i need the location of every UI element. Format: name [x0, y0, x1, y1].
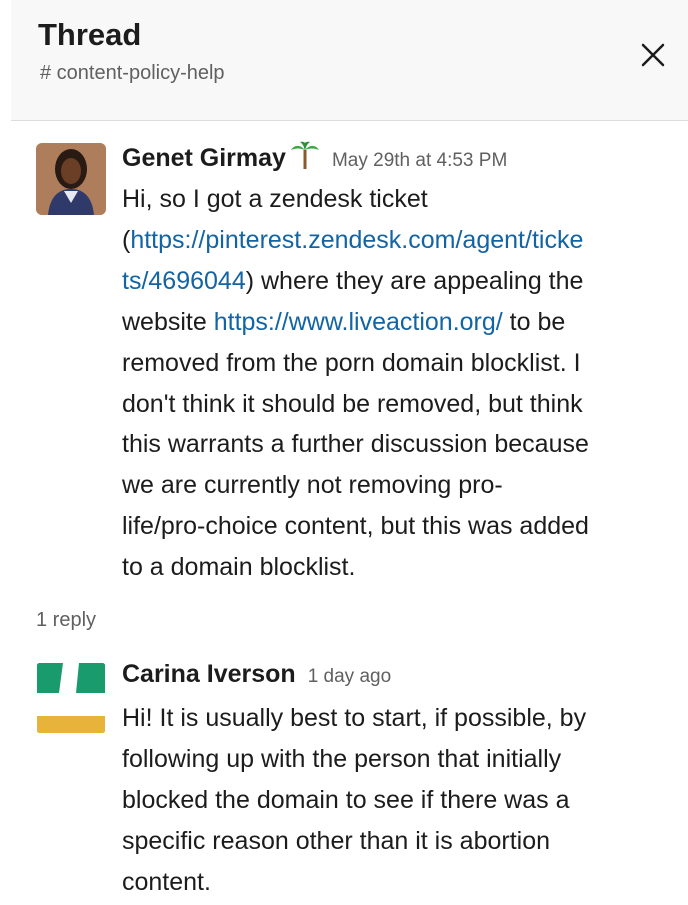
zendesk-link[interactable]: https://pinterest.zendesk.com/agent/tick… [130, 226, 583, 254]
message-line: life/pro-choice content, but this was ad… [122, 512, 589, 541]
message-line: specific reason other than it is abortio… [122, 826, 551, 855]
thread-title: Thread [38, 17, 142, 52]
message-line: this warrants a further discussion becau… [122, 430, 589, 459]
message-line: content. [122, 867, 211, 896]
zendesk-link-cont[interactable]: ts/4696044 [122, 267, 246, 295]
message-text: Hi, so I got a zendesk ticket (https://p… [122, 179, 674, 588]
message-line: following up with the person that initia… [122, 744, 562, 773]
timestamp[interactable]: 1 day ago [308, 666, 391, 687]
author-name[interactable]: Carina Iverson [122, 660, 296, 688]
avatar[interactable] [36, 143, 106, 215]
line-text: to be [502, 307, 566, 336]
liveaction-link[interactable]: https://www.liveaction.org/ [214, 308, 503, 336]
palm-tree-icon [290, 141, 320, 169]
message-line: Hi! It is usually best to start, if poss… [122, 704, 587, 732]
message-line: to a domain blocklist. [122, 553, 356, 582]
close-button[interactable] [633, 35, 673, 75]
line-text: website [122, 307, 214, 336]
message-line: Hi, so I got a zendesk ticket [122, 185, 428, 213]
message-line: (https://pinterest.zendesk.com/agent/tic… [122, 220, 674, 261]
avatar[interactable] [36, 662, 106, 734]
message-line: ts/4696044) where they are appealing the [122, 261, 674, 302]
message-text: Hi! It is usually best to start, if poss… [122, 698, 674, 903]
message-line: we are currently not removing pro- [122, 471, 503, 500]
profile-photo [36, 143, 106, 215]
profile-identicon [36, 662, 106, 734]
reply-count: 1 reply [36, 609, 97, 631]
thread-header: Thread # content-policy-help [11, 0, 688, 121]
message-line: don't think it should be removed, but th… [122, 389, 583, 418]
message-line: blocked the domain to see if there was a [122, 785, 570, 814]
message-header: Carina Iverson 1 day ago [122, 660, 391, 689]
message-line: removed from the porn domain blocklist. … [122, 348, 581, 377]
close-icon [641, 43, 665, 67]
timestamp[interactable]: May 29th at 4:53 PM [332, 150, 507, 171]
channel-link[interactable]: # content-policy-help [40, 62, 225, 85]
message-header: Genet Girmay May 29th at 4:53 PM [122, 141, 507, 173]
message-line: website https://www.liveaction.org/ to b… [122, 302, 674, 343]
line-text: ) where they are appealing the [245, 266, 584, 295]
author-name[interactable]: Genet Girmay [122, 144, 286, 172]
